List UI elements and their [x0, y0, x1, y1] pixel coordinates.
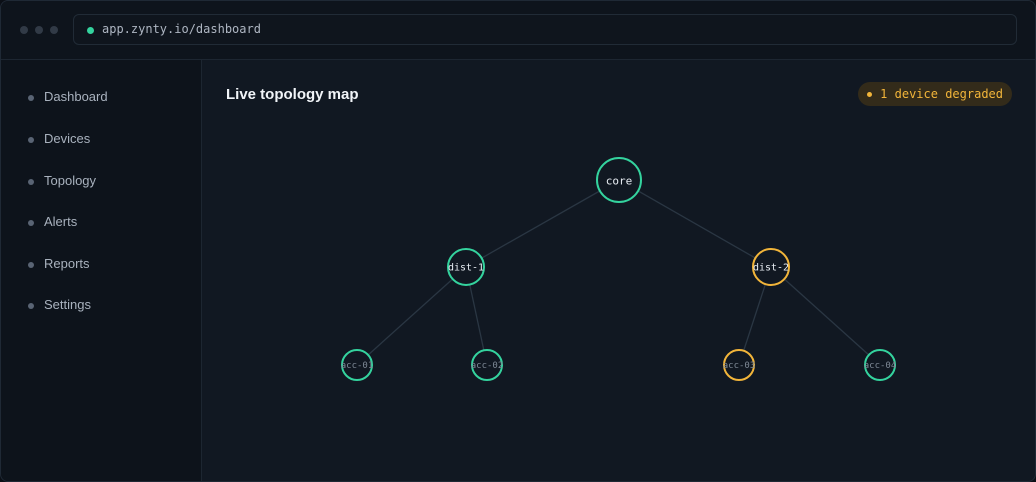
sidebar-item-label: Settings: [44, 297, 91, 312]
bullet-icon: [28, 179, 34, 185]
topology-edge-core-dist-2: [618, 179, 772, 268]
window-minimize-dot[interactable]: [35, 26, 43, 34]
sidebar-item-reports[interactable]: Reports: [1, 249, 201, 279]
node-label: dist-2: [753, 263, 789, 274]
sidebar-item-label: Devices: [44, 131, 91, 146]
main-panel: Live topology map 1 device degraded core…: [202, 60, 1035, 481]
bullet-icon: [28, 303, 34, 309]
topology-node-core[interactable]: core: [596, 157, 642, 203]
sidebar-item-label: Topology: [44, 173, 97, 188]
app-window: app.zynty.io/dashboard Dashboard Devices…: [0, 0, 1036, 482]
topology-edge-dist-1-acc-01: [356, 266, 467, 366]
node-label: acc-01: [341, 361, 374, 371]
bullet-icon: [28, 262, 34, 268]
bullet-icon: [28, 220, 34, 226]
node-label: acc-03: [723, 361, 756, 371]
secure-indicator-icon: [87, 27, 94, 34]
bullet-icon: [28, 137, 34, 143]
sidebar-item-label: Dashboard: [44, 89, 108, 104]
topology-map: core dist-1 dist-2 acc-01 acc-02 acc-03 acc-04: [341, 157, 897, 381]
browser-titlebar: app.zynty.io/dashboard: [1, 1, 1035, 60]
topology-node-acc-04[interactable]: acc-04: [864, 349, 897, 381]
sidebar-item-settings[interactable]: Settings: [1, 290, 201, 320]
node-label: acc-04: [864, 361, 897, 371]
address-url: app.zynty.io/dashboard: [102, 22, 261, 36]
sidebar-item-dashboard[interactable]: Dashboard: [1, 82, 201, 112]
topology-node-dist-1[interactable]: dist-1: [447, 248, 485, 286]
node-label: dist-1: [448, 263, 484, 274]
topology-edge-dist-2-acc-04: [770, 266, 881, 366]
sidebar: Dashboard Devices Topology Alerts Report…: [1, 60, 202, 481]
window-close-dot[interactable]: [20, 26, 28, 34]
sidebar-item-label: Reports: [44, 256, 90, 271]
window-maximize-dot[interactable]: [50, 26, 58, 34]
bullet-icon: [28, 95, 34, 101]
sidebar-item-label: Alerts: [44, 214, 78, 229]
node-label: acc-02: [471, 361, 504, 371]
sidebar-item-devices[interactable]: Devices: [1, 124, 201, 154]
topology-node-dist-2[interactable]: dist-2: [752, 248, 790, 286]
topology-node-acc-02[interactable]: acc-02: [471, 349, 504, 381]
topology-node-acc-01[interactable]: acc-01: [341, 349, 374, 381]
topology-edge-core-dist-1: [465, 179, 620, 268]
topology-node-acc-03[interactable]: acc-03: [723, 349, 756, 381]
node-label: core: [606, 175, 633, 188]
sidebar-item-topology[interactable]: Topology: [1, 166, 201, 196]
sidebar-item-alerts[interactable]: Alerts: [1, 207, 201, 237]
address-bar[interactable]: app.zynty.io/dashboard: [73, 14, 1017, 45]
